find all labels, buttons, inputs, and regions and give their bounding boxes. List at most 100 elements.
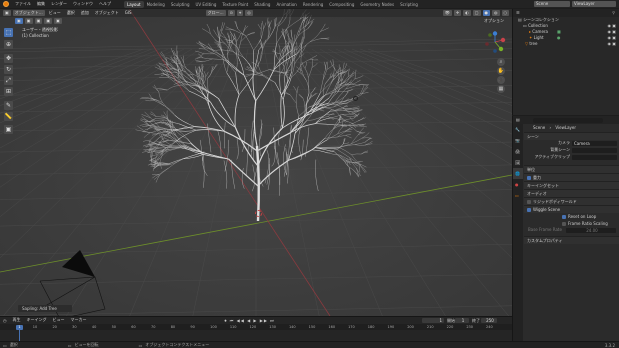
scene-selector[interactable]: Scene	[534, 1, 570, 7]
shading-solid-icon[interactable]: ●	[482, 10, 490, 16]
select-subtract-icon[interactable]: ▣	[34, 18, 43, 24]
view-layer-tab-icon[interactable]: 🖼	[513, 157, 523, 168]
start-field[interactable]: 1	[455, 318, 469, 323]
tab-texture-paint[interactable]: Texture Paint	[219, 1, 251, 8]
pivot-icon[interactable]: ⊙	[227, 10, 235, 16]
hand-icon[interactable]: ✋	[497, 67, 505, 75]
bg-scene-field[interactable]	[572, 148, 617, 153]
reset-on-loop-row[interactable]: Reset on Loop	[524, 213, 619, 220]
current-frame-marker[interactable]: 1	[16, 324, 23, 330]
menu-edit[interactable]: 編集	[34, 0, 48, 8]
end-field[interactable]: 250	[481, 318, 497, 323]
outliner-filter-icon[interactable]: ⚲	[612, 9, 615, 17]
output-tab-icon[interactable]: 🖨	[513, 146, 523, 157]
snap-icon[interactable]: ⌖	[236, 10, 244, 16]
cursor-icon[interactable]: ⊕	[4, 40, 13, 49]
select-intersect-icon[interactable]: ▣	[54, 18, 62, 24]
select-extend-icon[interactable]: ▣	[24, 18, 33, 24]
orientation-selector[interactable]: グロー…	[205, 10, 226, 16]
rotate-icon[interactable]: ↻	[4, 65, 13, 74]
options-button[interactable]: オプション	[484, 18, 504, 24]
properties-editor-icon[interactable]: ▤	[516, 117, 520, 122]
last-operator-panel[interactable]: Sapling: Add Tree	[18, 305, 72, 312]
overlay-icon[interactable]: ◐	[463, 10, 471, 16]
frame-ratio-checkbox[interactable]	[562, 222, 566, 226]
base-frame-rate-field[interactable]: 24.00	[566, 228, 616, 233]
tab-rendering[interactable]: Rendering	[300, 1, 326, 8]
move-icon[interactable]: ✥	[4, 54, 13, 63]
camera-icon[interactable]: 🎥	[497, 76, 505, 84]
timeline-ruler[interactable]: 1 10 20 30 40 50 60 70 80 90 100 110 120 130 140 150 16…	[0, 324, 512, 330]
tab-scripting[interactable]: Scripting	[397, 1, 421, 8]
section-rigid-body[interactable]: リジッドボディワールド	[524, 197, 619, 205]
select-cursor-icon[interactable]: ⬚	[4, 28, 13, 37]
gizmo-icon[interactable]: ✛	[453, 10, 462, 16]
menu-add[interactable]: 追加	[79, 10, 91, 16]
tab-uv-editing[interactable]: UV Editing	[193, 1, 220, 8]
menu-object[interactable]: オブジェクト	[93, 10, 121, 16]
outliner-editor-icon[interactable]: ☰	[516, 10, 520, 15]
gravity-checkbox[interactable]	[527, 176, 531, 180]
menu-view[interactable]: ビュー	[47, 10, 63, 16]
xray-icon[interactable]: ▢	[472, 10, 481, 16]
section-units[interactable]: 単位	[524, 165, 619, 173]
section-gravity[interactable]: 重力	[524, 173, 619, 181]
menu-window[interactable]: ウィンドウ	[70, 0, 96, 8]
tab-geometry-nodes[interactable]: Geometry Nodes	[357, 1, 397, 8]
camera-object[interactable]	[0, 9, 512, 316]
proportional-icon[interactable]: ◎	[245, 10, 253, 16]
mode-selector[interactable]: オブジェクト…	[12, 10, 45, 16]
tab-layout[interactable]: Layout	[124, 0, 144, 8]
annotate-icon[interactable]: ✎	[4, 101, 13, 110]
frame-ratio-row[interactable]: Frame Ratio Scaling	[524, 220, 619, 227]
menu-render[interactable]: レンダー	[48, 0, 70, 8]
menu-gis[interactable]: GIS	[123, 10, 134, 16]
zoom-icon[interactable]: ⌕	[497, 58, 505, 66]
camera-field[interactable]: Camera	[572, 141, 617, 146]
select-new-icon[interactable]: ▣	[15, 18, 23, 24]
select-invert-icon[interactable]: ▣	[44, 18, 53, 24]
timeline-editor-icon[interactable]: ◷	[3, 317, 7, 324]
playback-controls[interactable]: ⏺ ⏮ ◀◀ ◀ ▶ ▶▶ ⏭	[225, 317, 275, 324]
render-tab-icon[interactable]: 📷	[513, 135, 523, 146]
blender-logo-icon[interactable]	[3, 1, 9, 7]
light-object[interactable]	[353, 96, 358, 101]
world-tab-icon[interactable]: ●	[513, 179, 523, 190]
rigid-body-checkbox[interactable]	[527, 200, 531, 204]
visibility-icon[interactable]: 👁	[442, 10, 452, 16]
eye-icon[interactable]: ◉ ▣	[607, 41, 616, 47]
menu-help[interactable]: ヘルプ	[96, 0, 114, 8]
add-cube-icon[interactable]: ▣	[4, 125, 13, 134]
tab-shading[interactable]: Shading	[251, 1, 273, 8]
properties-search[interactable]	[533, 117, 603, 123]
reset-on-loop-checkbox[interactable]	[562, 215, 566, 219]
outliner-item-tree[interactable]: ▽ tree ◉ ▣	[513, 41, 619, 47]
view-layer-selector[interactable]: ViewLayer	[572, 1, 616, 7]
navigation-gizmo[interactable]	[484, 31, 506, 53]
tool-tab-icon[interactable]: 🔧	[513, 124, 523, 135]
timeline-editor[interactable]: ◷ 再生 キーイング ビュー マーカー ⏺ ⏮ ◀◀ ◀ ▶ ▶▶ ⏭ 1 開始…	[0, 316, 512, 344]
tab-animation[interactable]: Animation	[273, 1, 299, 8]
tab-compositing[interactable]: Compositing	[326, 1, 357, 8]
scale-icon[interactable]: ⤢	[4, 76, 13, 85]
current-frame-field[interactable]: 1	[422, 318, 444, 323]
menu-marker[interactable]: マーカー	[69, 317, 89, 323]
section-custom-properties[interactable]: カスタムプロパティ	[524, 236, 619, 244]
menu-playback[interactable]: 再生	[11, 317, 23, 323]
3d-viewport[interactable]: ▣ オブジェクト… ビュー 選択 追加 オブジェクト GIS グロー… ⊙ ⌖ …	[0, 9, 512, 316]
tab-modeling[interactable]: Modeling	[144, 1, 168, 8]
collection-tab-icon[interactable]: ▭	[513, 190, 523, 201]
editor-type-icon[interactable]: ▣	[3, 10, 11, 16]
section-wiggle-scene[interactable]: Wiggle Scene	[524, 205, 619, 213]
section-audio[interactable]: オーディオ	[524, 189, 619, 197]
shading-render-icon[interactable]: ○	[501, 10, 509, 16]
menu-select[interactable]: 選択	[65, 10, 77, 16]
grid-icon[interactable]: ▦	[497, 85, 505, 93]
transform-icon[interactable]: ⊞	[4, 87, 13, 96]
tab-sculpting[interactable]: Sculpting	[168, 1, 193, 8]
scene-tab-icon[interactable]: 🌐	[513, 168, 523, 179]
section-scene[interactable]: シーン	[524, 132, 619, 140]
active-clip-field[interactable]	[572, 155, 617, 160]
menu-file[interactable]: ファイル	[12, 0, 34, 8]
shading-material-icon[interactable]: ◍	[492, 10, 500, 16]
